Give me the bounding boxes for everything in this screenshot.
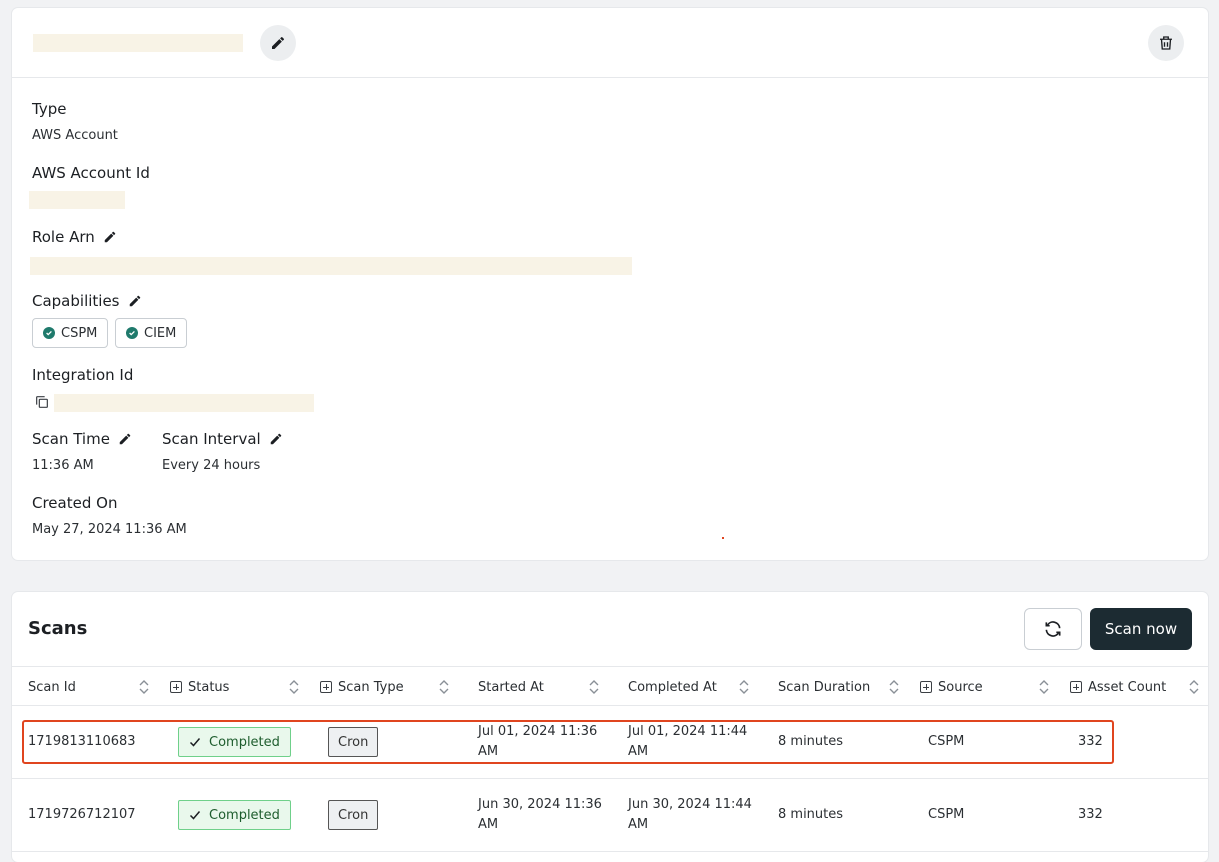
row-highlight-box xyxy=(22,720,1114,764)
expand-icon[interactable] xyxy=(320,681,332,693)
col-scan-duration[interactable]: Scan Duration xyxy=(778,667,870,707)
integration-id-redacted xyxy=(54,394,314,412)
scan-time-label: Scan Time xyxy=(32,430,132,448)
cell-completed-at: Jun 30, 2024 11:44 AM xyxy=(628,797,752,832)
sort-icon[interactable] xyxy=(739,679,749,695)
sort-icon[interactable] xyxy=(439,679,449,695)
created-on-label: Created On xyxy=(32,494,118,512)
role-arn-label: Role Arn xyxy=(32,228,117,246)
type-label: Type xyxy=(32,100,67,118)
cell-duration: 8 minutes xyxy=(778,807,844,822)
edit-scan-interval-icon[interactable] xyxy=(269,432,283,446)
scans-title: Scans xyxy=(28,618,88,639)
col-started-at[interactable]: Started At xyxy=(478,667,544,707)
scan-interval-value: Every 24 hours xyxy=(162,458,261,473)
details-header xyxy=(12,8,1208,78)
copy-icon[interactable] xyxy=(34,394,50,410)
integration-details-card: Type AWS Account AWS Account Id Role Arn… xyxy=(12,8,1208,560)
aws-account-id-label: AWS Account Id xyxy=(32,164,150,182)
aws-account-id-redacted xyxy=(29,191,125,209)
scan-now-button[interactable]: Scan now xyxy=(1090,608,1192,650)
table-row[interactable]: 1719726712107 Completed Cron Jun 30, 202… xyxy=(12,779,1208,852)
expand-icon[interactable] xyxy=(1070,681,1082,693)
sort-icon[interactable] xyxy=(289,679,299,695)
sort-icon[interactable] xyxy=(1039,679,1049,695)
cell-asset-count: 332 xyxy=(1078,807,1103,822)
col-scan-id[interactable]: Scan Id xyxy=(28,667,76,707)
scans-card: Scans Scan now Scan Id Status Scan Type … xyxy=(12,592,1208,862)
edit-scan-time-icon[interactable] xyxy=(118,432,132,446)
integration-name-redacted xyxy=(33,34,243,52)
scan-interval-label: Scan Interval xyxy=(162,430,283,448)
check-circle-icon xyxy=(126,327,138,339)
col-scan-type[interactable]: Scan Type xyxy=(320,667,404,707)
cell-source: CSPM xyxy=(928,807,965,822)
delete-integration-button[interactable] xyxy=(1148,25,1184,61)
edit-role-arn-icon[interactable] xyxy=(103,230,117,244)
scan-time-value: 11:36 AM xyxy=(32,458,94,473)
refresh-icon xyxy=(1045,621,1061,637)
sort-icon[interactable] xyxy=(889,679,899,695)
scans-table-header: Scan Id Status Scan Type Started At Comp… xyxy=(12,666,1208,706)
created-on-value: May 27, 2024 11:36 AM xyxy=(32,522,187,537)
expand-icon[interactable] xyxy=(170,681,182,693)
scan-type-badge: Cron xyxy=(328,800,379,830)
col-asset-count[interactable]: Asset Count xyxy=(1070,667,1166,707)
cursor-marker xyxy=(722,537,724,539)
cell-started-at: Jun 30, 2024 11:36 AM xyxy=(478,797,602,832)
cell-scan-id: 1719726712107 xyxy=(28,807,136,822)
capability-chip-cspm: CSPM xyxy=(32,318,109,348)
integration-id-label: Integration Id xyxy=(32,366,134,384)
status-badge: Completed xyxy=(178,800,291,830)
edit-name-button[interactable] xyxy=(260,25,296,61)
capability-chip-ciem: CIEM xyxy=(115,318,188,348)
sort-icon[interactable] xyxy=(1189,679,1199,695)
col-source[interactable]: Source xyxy=(920,667,983,707)
check-circle-icon xyxy=(43,327,55,339)
sort-icon[interactable] xyxy=(589,679,599,695)
pencil-icon xyxy=(272,36,285,49)
check-icon xyxy=(189,811,201,820)
type-value: AWS Account xyxy=(32,128,118,143)
col-status[interactable]: Status xyxy=(170,667,229,707)
edit-capabilities-icon[interactable] xyxy=(128,294,142,308)
col-completed-at[interactable]: Completed At xyxy=(628,667,717,707)
trash-icon xyxy=(1160,36,1172,50)
capabilities-label: Capabilities xyxy=(32,292,142,310)
sort-icon[interactable] xyxy=(139,679,149,695)
role-arn-redacted xyxy=(30,257,632,275)
expand-icon[interactable] xyxy=(920,681,932,693)
refresh-button[interactable] xyxy=(1024,608,1082,650)
